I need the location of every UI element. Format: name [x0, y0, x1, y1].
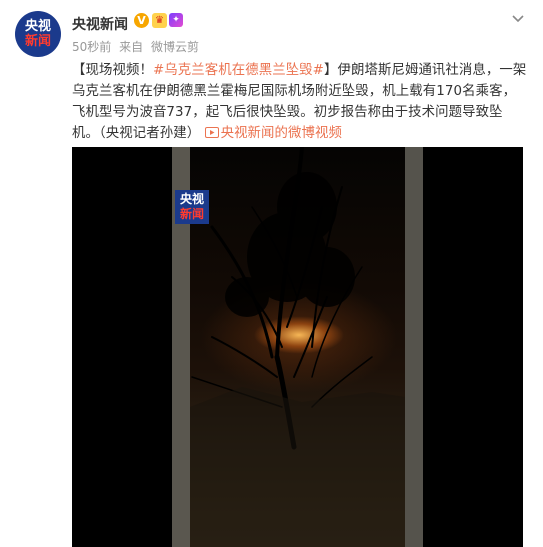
vip-badge-icon[interactable]: ♛ — [152, 13, 167, 28]
account-name[interactable]: 央视新闻 — [72, 14, 128, 34]
avatar-line2: 新闻 — [24, 34, 51, 49]
watermark-line1: 央视 — [179, 192, 204, 206]
avatar[interactable]: 央视 新闻 — [15, 11, 61, 57]
video-link-label: 央视新闻的微博视频 — [220, 126, 342, 141]
post-source[interactable]: 微博云剪 — [151, 40, 199, 54]
watermark-line2: 新闻 — [179, 207, 204, 221]
video-icon — [204, 127, 219, 138]
video-watermark: 央视 新闻 — [175, 190, 209, 224]
video-player[interactable]: 央视 新闻 — [72, 147, 523, 547]
post-text: 【现场视频！#乌克兰客机在德黑兰坠毁#】伊朗塔斯尼姆通讯社消息，一架乌克兰客机在… — [72, 60, 528, 144]
chevron-down-icon[interactable] — [510, 10, 526, 26]
post-meta: 50秒前 来自 微博云剪 — [72, 38, 203, 55]
post-time[interactable]: 50秒前 — [72, 40, 111, 54]
source-prefix: 来自 — [119, 40, 144, 54]
tag-label: 现场视频！ — [85, 63, 153, 78]
bracket-close: 】 — [324, 63, 338, 78]
tree-silhouette-image — [190, 147, 405, 547]
avatar-line1: 央视 — [24, 19, 51, 34]
video-link[interactable]: 央视新闻的微博视频 — [204, 126, 342, 141]
weibo-post-card: 央视 新闻 央视新闻 V ♛ ✦ 50秒前 来自 微博云剪 【现场视频！#乌克兰… — [0, 0, 543, 547]
hashtag-link[interactable]: #乌克兰客机在德黑兰坠毁# — [153, 63, 324, 78]
member-badge-icon[interactable]: ✦ — [169, 13, 183, 27]
bracket-open: 【 — [72, 63, 86, 78]
verified-badge-icon: V — [134, 13, 149, 28]
